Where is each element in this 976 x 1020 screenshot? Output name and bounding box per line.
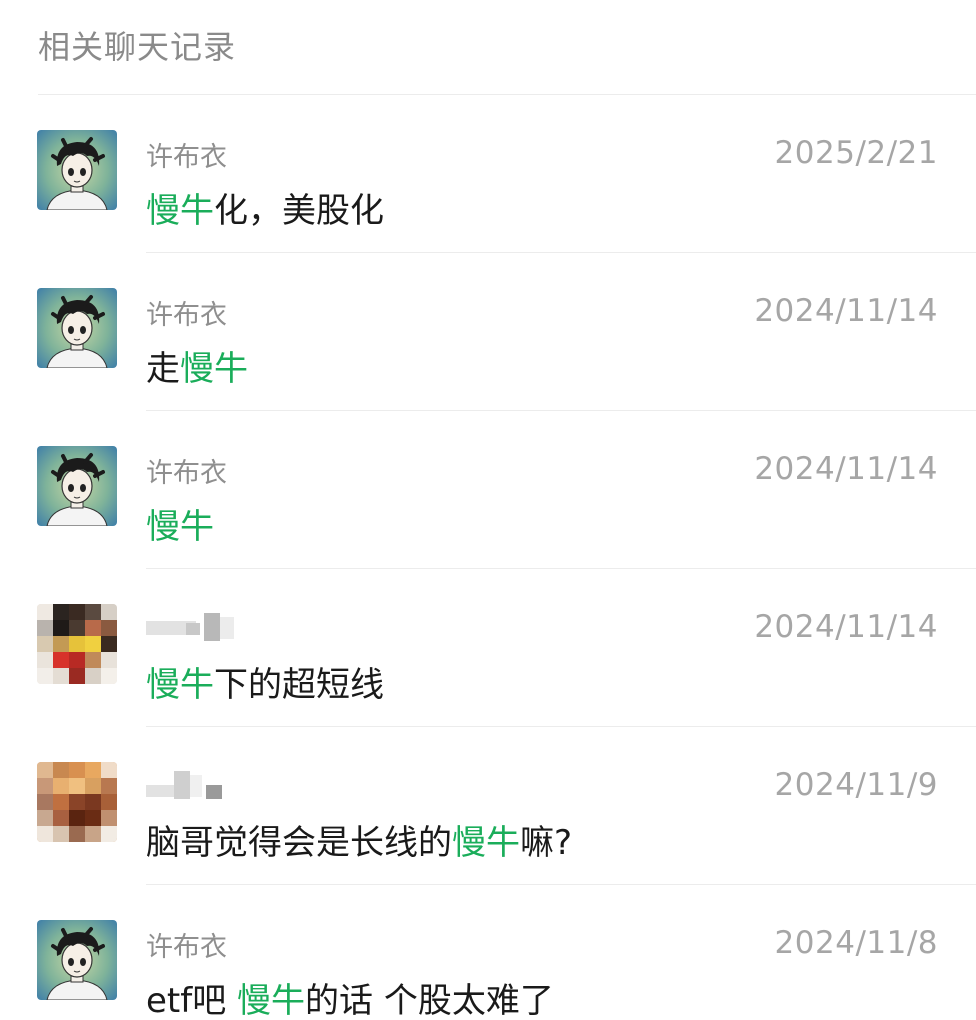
pixelated-avatar-icon[interactable] [37,762,117,842]
message-text-after: 的话 个股太难了 [305,981,554,1020]
chat-record-row[interactable]: 许布衣 2024/11/14 慢牛 [0,411,976,569]
chat-record-row[interactable]: 许布衣 2024/11/14 走慢牛 [0,253,976,411]
sender-name: 许布衣 [146,932,227,963]
sender-name: 许布衣 [146,300,227,331]
message-date: 2024/11/9 [774,767,938,803]
message-text: 脑哥觉得会是长线的慢牛嘛? [146,815,572,864]
message-text: etf吧 慢牛的话 个股太难了 [146,973,554,1020]
sender-name: 许布衣 [146,142,227,173]
message-text-before: 脑哥觉得会是长线的 [146,823,452,863]
chat-record-row[interactable]: 2024/11/9 脑哥觉得会是长线的慢牛嘛? [0,727,976,885]
blurred-sender-name [146,771,236,801]
cartoon-avatar-icon[interactable] [37,446,117,526]
sender-name: 许布衣 [146,458,227,489]
chat-record-row[interactable]: 2024/11/14 慢牛下的超短线 [0,569,976,727]
message-text: 慢牛化，美股化 [146,183,384,232]
page-title: 相关聊天记录 [38,28,237,66]
message-text-after: 化，美股化 [214,191,384,231]
message-text: 慢牛 [146,499,214,548]
message-date: 2024/11/8 [774,925,938,961]
message-text-before: etf吧 [146,981,238,1020]
keyword-highlight: 慢牛 [180,349,248,389]
keyword-highlight: 慢牛 [452,823,520,863]
pixelated-avatar-icon[interactable] [37,604,117,684]
cartoon-avatar-icon[interactable] [37,288,117,368]
blurred-sender-name [146,613,236,643]
keyword-highlight: 慢牛 [146,665,214,705]
message-text-before: 走 [146,349,180,389]
message-date: 2024/11/14 [754,451,938,487]
message-text: 慢牛下的超短线 [146,657,384,706]
chat-record-row[interactable]: 许布衣 2024/11/8 etf吧 慢牛的话 个股太难了 [0,885,976,1020]
keyword-highlight: 慢牛 [237,981,306,1020]
message-date: 2025/2/21 [774,135,938,171]
cartoon-avatar-icon[interactable] [37,920,117,1000]
keyword-highlight: 慢牛 [146,507,214,547]
keyword-highlight: 慢牛 [146,191,214,231]
message-text: 走慢牛 [146,341,248,390]
message-text-after: 嘛? [520,823,573,863]
message-date: 2024/11/14 [754,609,938,645]
chat-record-row[interactable]: 许布衣 2025/2/21 慢牛化，美股化 [0,95,976,253]
chat-record-list: 许布衣 2025/2/21 慢牛化，美股化 许布衣 2024/11/14 走慢牛… [0,95,976,1020]
cartoon-avatar-icon[interactable] [37,130,117,210]
message-text-after: 下的超短线 [214,665,384,705]
message-date: 2024/11/14 [754,293,938,329]
chat-search-results-page: 相关聊天记录 许布衣 2025/2/21 慢牛化，美股化 许布衣 2024/11… [0,0,976,1020]
